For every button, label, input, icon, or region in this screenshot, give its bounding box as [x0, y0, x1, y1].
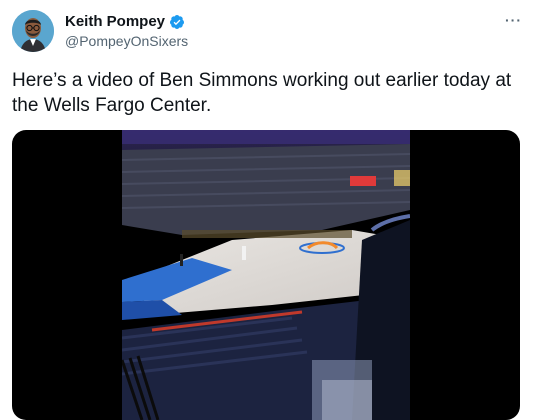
author-name[interactable]: Keith Pompey — [65, 13, 165, 30]
video-player[interactable] — [12, 130, 520, 420]
video-frame — [122, 130, 410, 420]
avatar-image — [12, 10, 54, 52]
author-row[interactable]: Keith Pompey — [65, 13, 185, 30]
more-options-icon[interactable]: ··· — [505, 12, 522, 28]
avatar[interactable] — [12, 10, 54, 52]
tweet-text: Here’s a video of Ben Simmons working ou… — [12, 70, 512, 116]
author-handle[interactable]: @PompeyOnSixers — [65, 33, 188, 49]
verified-badge-icon — [170, 14, 185, 29]
